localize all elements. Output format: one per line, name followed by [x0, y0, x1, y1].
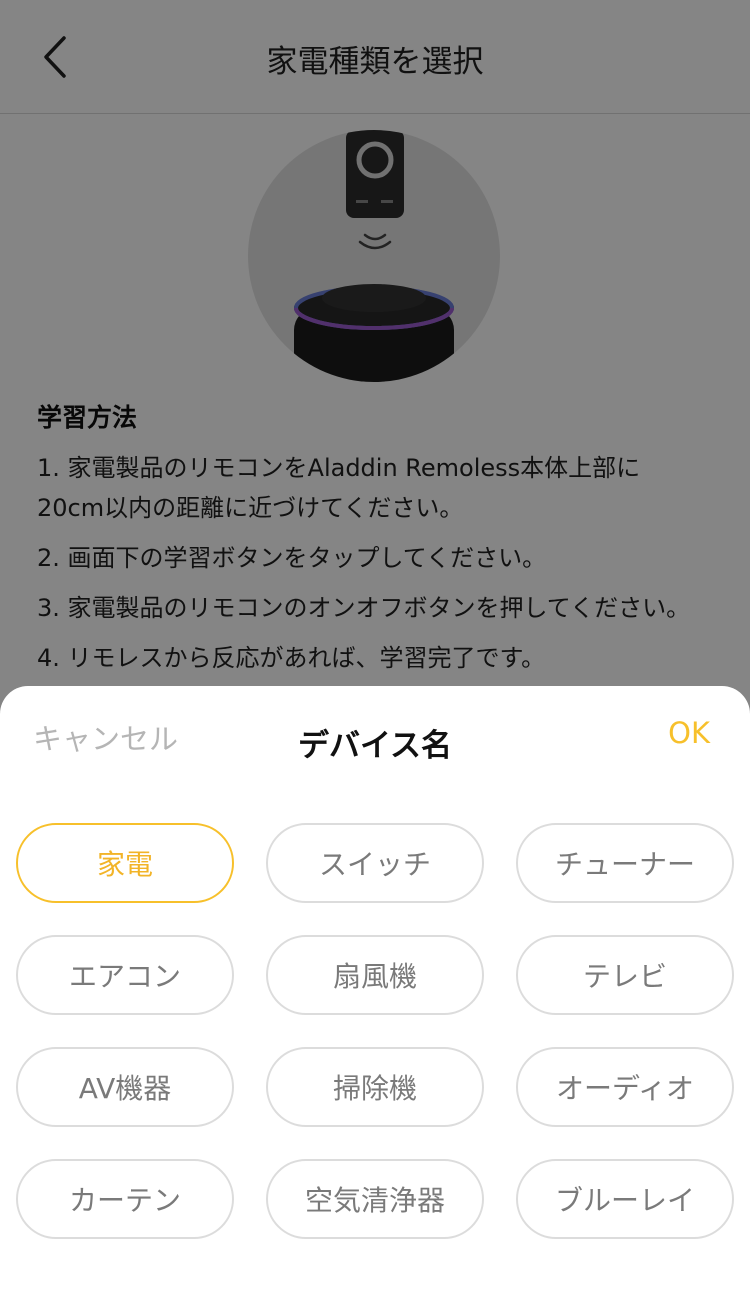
device-option-air-purifier[interactable]: 空気清浄器: [266, 1159, 484, 1239]
device-option-bluray[interactable]: ブルーレイ: [516, 1159, 734, 1239]
device-option-aircon[interactable]: エアコン: [16, 935, 234, 1015]
device-option-switch[interactable]: スイッチ: [266, 823, 484, 903]
device-option-av[interactable]: AV機器: [16, 1047, 234, 1127]
device-option-tuner[interactable]: チューナー: [516, 823, 734, 903]
sheet-title: デバイス名: [297, 728, 453, 764]
ok-button[interactable]: OK: [668, 716, 710, 750]
device-option-curtain[interactable]: カーテン: [16, 1159, 234, 1239]
device-option-vacuum[interactable]: 掃除機: [266, 1047, 484, 1127]
device-name-sheet: キャンセル デバイス名 OK 家電 スイッチ チューナー エアコン 扇風機 テレ…: [0, 686, 750, 1294]
device-option-audio[interactable]: オーディオ: [516, 1047, 734, 1127]
device-option-kaden[interactable]: 家電: [16, 823, 234, 903]
device-option-fan[interactable]: 扇風機: [266, 935, 484, 1015]
device-option-tv[interactable]: テレビ: [516, 935, 734, 1015]
